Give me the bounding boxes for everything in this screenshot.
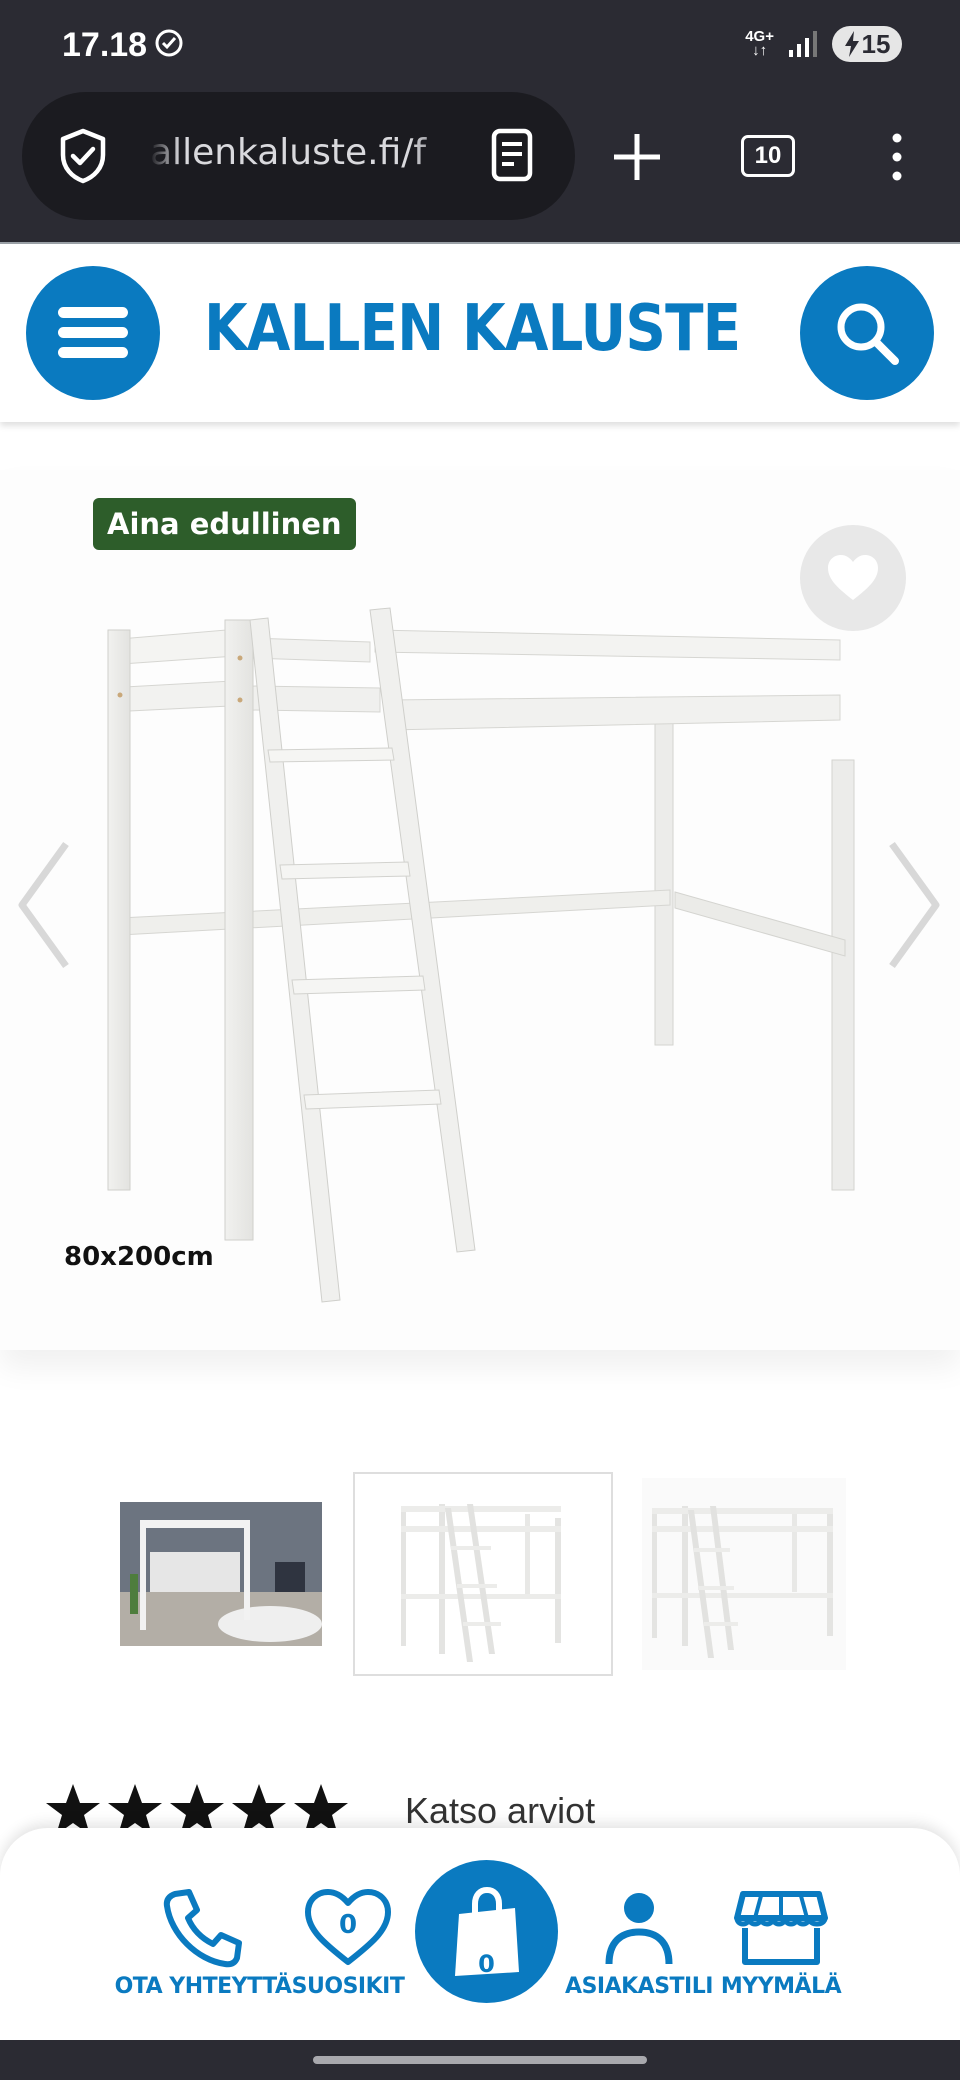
new-tab-plus-icon[interactable] [612, 132, 662, 182]
see-reviews-link[interactable]: Katso arviot [405, 1790, 595, 1832]
search-icon [837, 303, 899, 365]
browser-toolbar: allenkaluste.fi/f 10 [0, 92, 960, 242]
previous-image-arrow-icon[interactable] [14, 840, 74, 970]
store-icon [734, 1891, 828, 1965]
promo-badge: Aina edullinen [93, 498, 356, 550]
thumbnail-strip [0, 1470, 960, 1680]
network-type: 4G+ ↓↑ [745, 28, 774, 59]
favorites-icon-wrap: 0 [303, 1888, 393, 1968]
nav-store-label: MYYMÄLÄ [720, 1974, 842, 1999]
user-icon [605, 1893, 673, 1965]
loft-bed-product-image[interactable] [90, 600, 870, 1320]
hamburger-icon [58, 307, 128, 358]
room-photo-image [120, 1502, 322, 1646]
product-image-gallery: Aina edullinen 80x200cm [0, 470, 960, 1350]
next-image-arrow-icon[interactable] [884, 840, 944, 970]
battery-level: 15 [861, 28, 891, 59]
home-indicator[interactable] [313, 2056, 647, 2064]
url-text[interactable]: allenkaluste.fi/f [150, 132, 472, 173]
nav-favorites[interactable]: 0 SUOSIKIT [291, 1888, 405, 1999]
system-nav-bar [0, 2040, 960, 2080]
tabs-button[interactable]: 10 [741, 135, 795, 177]
bottom-navigation: OTA YHTEYTTÄ 0 SUOSIKIT 0 ASIAKASTILI MY… [0, 1828, 960, 2040]
product-size-label: 80x200cm [64, 1242, 214, 1272]
thumbnail-loft-bed-angled[interactable] [353, 1472, 613, 1676]
status-time: 17.18 [62, 26, 148, 64]
menu-button[interactable] [26, 266, 160, 400]
check-circle-icon [155, 29, 183, 57]
loft-bed-front-thumbnail-image [652, 1506, 833, 1658]
shield-check-icon[interactable] [58, 128, 108, 184]
thumbnail-room-photo[interactable] [120, 1502, 322, 1646]
heart-icon [828, 555, 878, 600]
battery-indicator: 15 [832, 26, 902, 62]
phone-icon [163, 1889, 242, 1968]
address-bar[interactable]: allenkaluste.fi/f [22, 92, 575, 220]
cart-icon-wrap: 0 [451, 1882, 523, 1982]
nav-account[interactable]: ASIAKASTILI [565, 1888, 713, 1999]
nav-store[interactable]: MYYMÄLÄ [718, 1888, 844, 1999]
thumbnail-loft-bed-front[interactable] [642, 1478, 846, 1670]
search-button[interactable] [800, 266, 934, 400]
charging-bolt-icon [844, 31, 859, 57]
nav-contact-label: OTA YHTEYTTÄ [114, 1974, 292, 1999]
status-bar: 17.18 4G+ ↓↑ 15 [0, 0, 960, 92]
cart-count: 0 [478, 1949, 495, 1978]
reader-mode-icon[interactable] [490, 128, 534, 182]
status-indicators: 4G+ ↓↑ 15 [745, 26, 902, 62]
site-header: KALLEN KALUSTE [0, 242, 960, 422]
more-menu-icon[interactable] [889, 132, 905, 182]
site-logo[interactable]: KALLEN KALUSTE [204, 292, 741, 366]
cart-button[interactable]: 0 [415, 1860, 558, 2003]
nav-contact[interactable]: OTA YHTEYTTÄ [115, 1888, 292, 1999]
nav-favorites-label: SUOSIKIT [291, 1974, 405, 1999]
favorites-count: 0 [338, 1910, 358, 1940]
loft-bed-thumbnail-image [401, 1504, 561, 1662]
nav-account-label: ASIAKASTILI [565, 1974, 713, 1999]
signal-icon [789, 31, 817, 57]
